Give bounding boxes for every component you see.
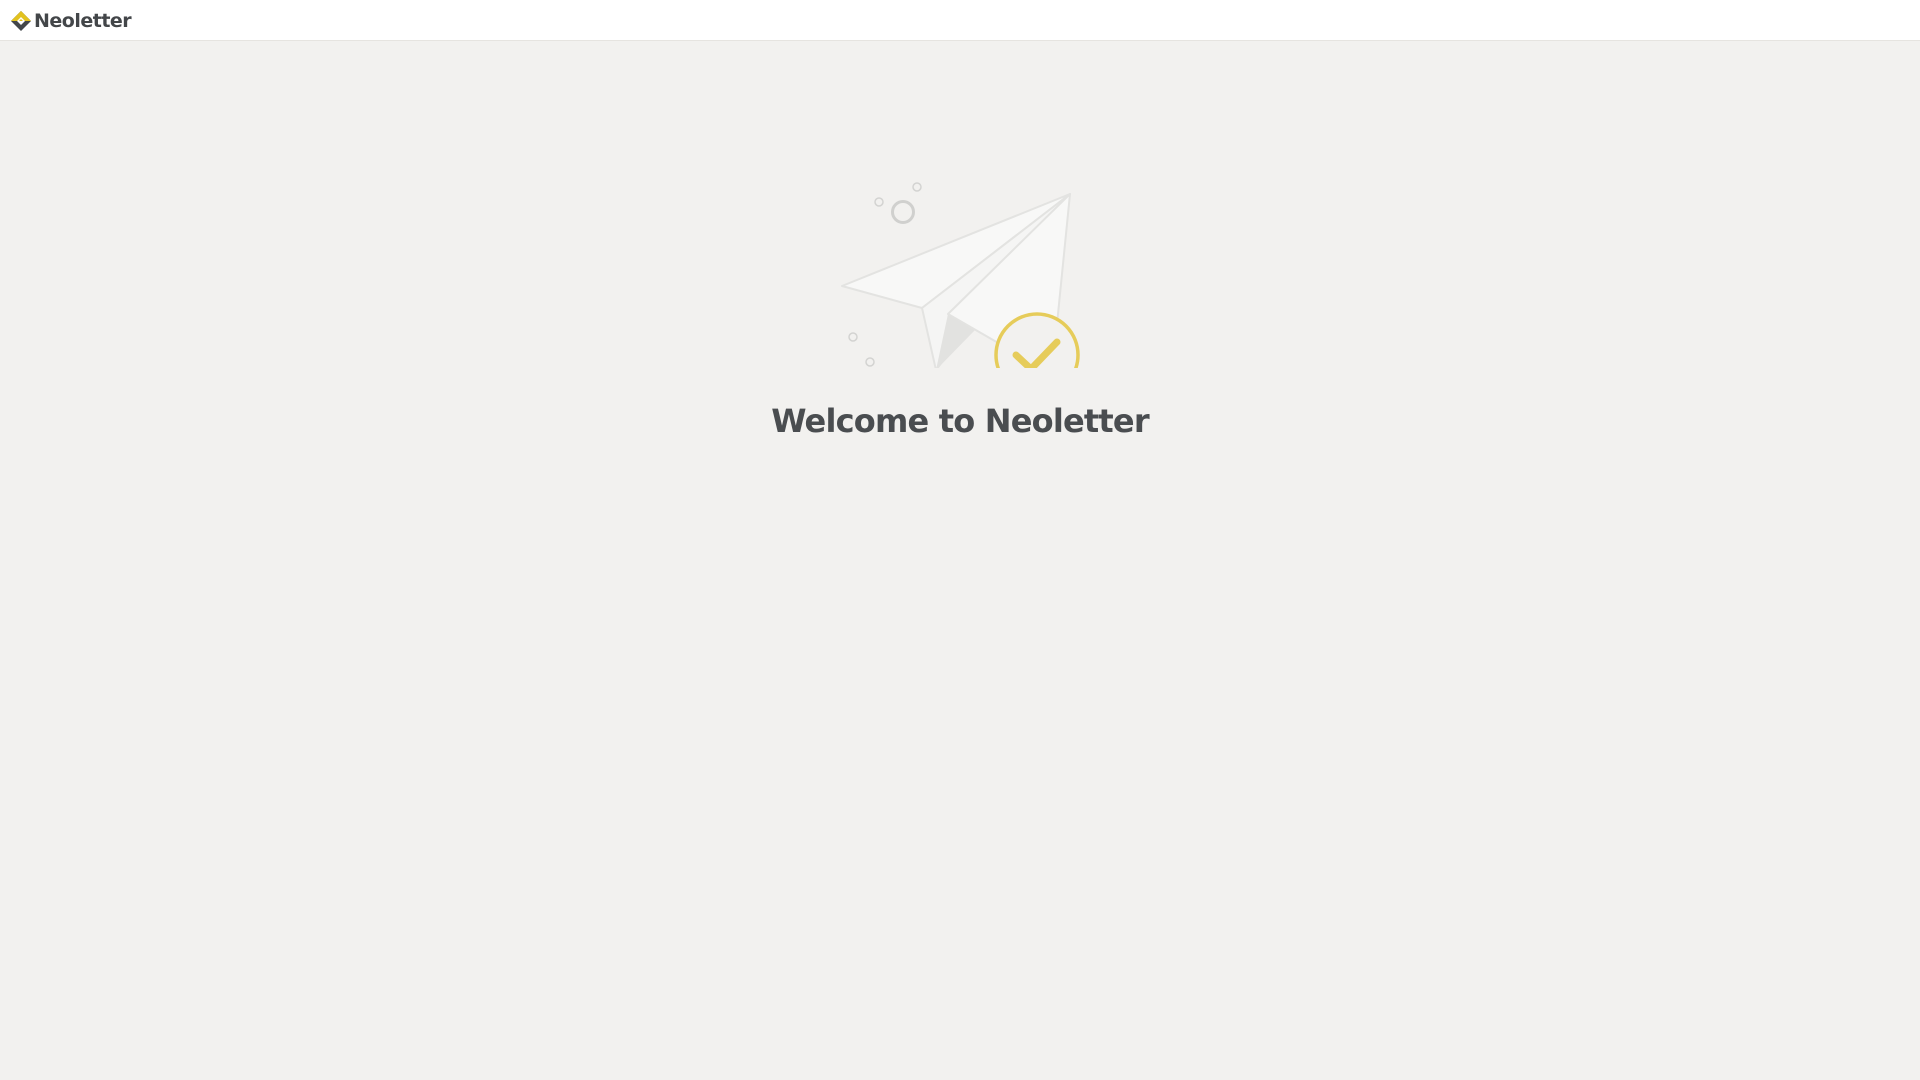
brand-name: Neoletter [34,10,132,32]
paper-plane-check-icon [841,182,1080,368]
brand-link[interactable]: Neoletter [10,9,132,33]
neoletter-logo-icon [11,11,31,31]
welcome-screen: Welcome to Neoletter [0,41,1920,1080]
top-bar: Neoletter [0,0,1920,41]
welcome-title: Welcome to Neoletter [771,402,1149,440]
